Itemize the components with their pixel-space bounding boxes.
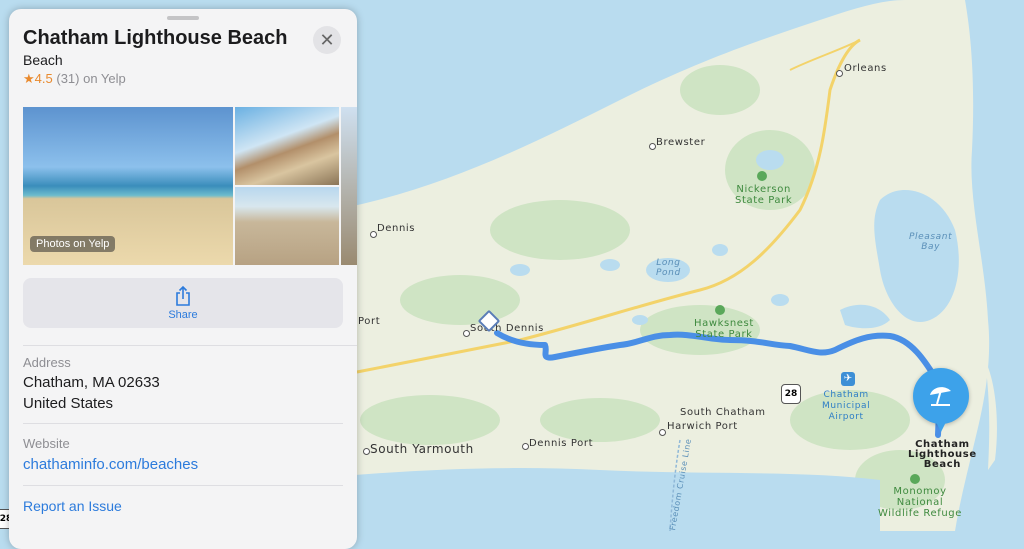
map-label-brewster[interactable]: Brewster	[656, 137, 705, 148]
map-label-airport[interactable]: Chatham Municipal Airport	[822, 390, 870, 423]
place-dot	[370, 231, 377, 238]
place-title: Chatham Lighthouse Beach	[23, 27, 288, 49]
rating-row[interactable]: ★4.5 (31) on Yelp	[23, 71, 126, 87]
panel-grabber[interactable]	[167, 16, 199, 20]
share-button[interactable]: Share	[23, 278, 343, 328]
place-card: Chatham Lighthouse Beach Beach ★4.5 (31)…	[9, 9, 357, 549]
divider	[23, 345, 357, 346]
map-label-hawksnest[interactable]: Hawksnest State Park	[694, 318, 754, 340]
park-icon	[910, 474, 920, 484]
beach-umbrella-icon	[930, 387, 951, 406]
address-line-2: United States	[23, 395, 114, 412]
place-dot	[522, 443, 529, 450]
address-line-1: Chatham, MA 02633	[23, 374, 160, 391]
photo-thumbnail[interactable]	[235, 187, 339, 265]
place-dot	[463, 330, 470, 337]
map-label-long-pond: Long Pond	[656, 258, 681, 278]
report-issue-link[interactable]: Report an Issue	[23, 498, 122, 514]
airplane-icon[interactable]: ✈	[841, 372, 855, 386]
route-28-shield: 28	[781, 384, 801, 404]
map-label-south-chatham[interactable]: South Chatham	[680, 407, 766, 418]
place-category: Beach	[23, 52, 63, 68]
map-label-destination[interactable]: Chatham Lighthouse Beach	[908, 440, 977, 470]
share-icon	[176, 285, 190, 306]
map-label-pleasant-bay: Pleasant Bay	[909, 232, 953, 252]
divider	[23, 485, 343, 486]
rating-count: (31) on Yelp	[56, 71, 126, 86]
star-icon: ★	[23, 71, 35, 86]
website-label: Website	[23, 436, 70, 451]
map-label-nickerson[interactable]: Nickerson State Park	[735, 184, 792, 206]
rating-score: 4.5	[34, 71, 53, 86]
divider	[23, 423, 343, 424]
map-label-port[interactable]: Port	[358, 316, 380, 327]
park-icon	[757, 171, 767, 181]
place-dot	[659, 429, 666, 436]
close-icon: ✕	[319, 30, 335, 50]
map-label-orleans[interactable]: Orleans	[844, 63, 887, 74]
map-label-monomoy[interactable]: Monomoy National Wildlife Refuge	[878, 486, 962, 519]
map-label-dennis[interactable]: Dennis	[377, 223, 415, 234]
close-button[interactable]: ✕	[313, 26, 341, 54]
photos-source-badge[interactable]: Photos on Yelp	[30, 236, 116, 252]
map-label-south-yarmouth[interactable]: South Yarmouth	[370, 442, 474, 456]
address-label: Address	[23, 355, 71, 370]
place-dot	[836, 70, 843, 77]
photo-gallery[interactable]: Photos on Yelp	[23, 107, 357, 265]
park-icon	[715, 305, 725, 315]
place-dot	[363, 448, 370, 455]
photo-thumbnail[interactable]	[235, 107, 339, 185]
photo-thumbnail[interactable]	[341, 107, 357, 265]
water-south	[300, 468, 880, 531]
place-dot	[649, 143, 656, 150]
destination-pin[interactable]	[913, 368, 969, 432]
map-label-harwich-port[interactable]: Harwich Port	[667, 421, 738, 432]
map-label-dennis-port[interactable]: Dennis Port	[529, 438, 593, 449]
website-link[interactable]: chathaminfo.com/beaches	[23, 456, 198, 473]
share-label: Share	[168, 309, 198, 321]
